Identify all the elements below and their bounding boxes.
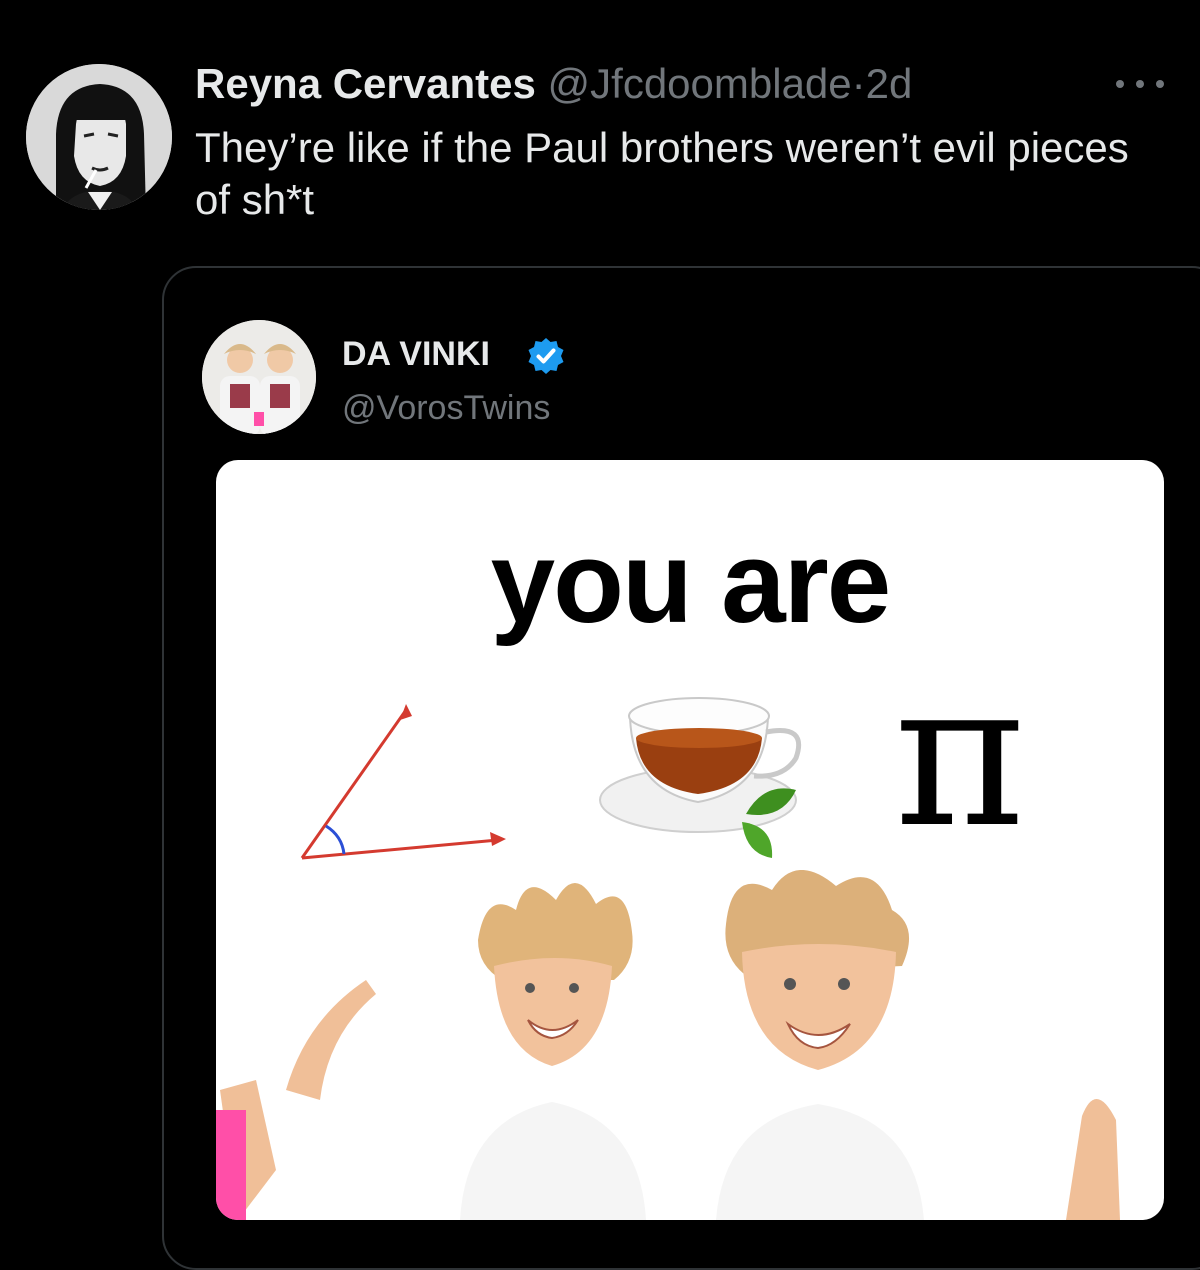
angle-icon <box>300 704 506 860</box>
meme-caption: you are <box>490 517 892 647</box>
quoted-author-handle[interactable]: @VorosTwins <box>342 388 550 428</box>
tea-cup-icon <box>599 697 802 858</box>
reply-author-handle[interactable]: @Jfcdoomblade <box>548 60 852 107</box>
reply-avatar[interactable] <box>26 64 172 210</box>
verified-badge-icon <box>526 336 566 376</box>
reply-timestamp[interactable]: 2d <box>866 60 913 107</box>
reply-tweet[interactable]: Reyna Cervantes @Jfcdoomblade·2d They’re… <box>0 0 1200 260</box>
separator-dot: · <box>851 60 866 107</box>
quoted-avatar[interactable] <box>202 320 316 434</box>
reply-text: They’re like if the Paul brothers weren’… <box>195 124 1129 223</box>
quoted-author-name[interactable]: DA VINKI <box>342 334 490 374</box>
twins-photo <box>216 870 1120 1220</box>
more-horizontal-icon[interactable] <box>1112 72 1172 96</box>
reply-header: Reyna Cervantes @Jfcdoomblade·2d <box>195 58 912 110</box>
pi-symbol: π <box>894 639 1026 872</box>
quoted-media-image[interactable]: you are π <box>216 460 1164 1220</box>
reply-author-name[interactable]: Reyna Cervantes <box>195 60 536 107</box>
